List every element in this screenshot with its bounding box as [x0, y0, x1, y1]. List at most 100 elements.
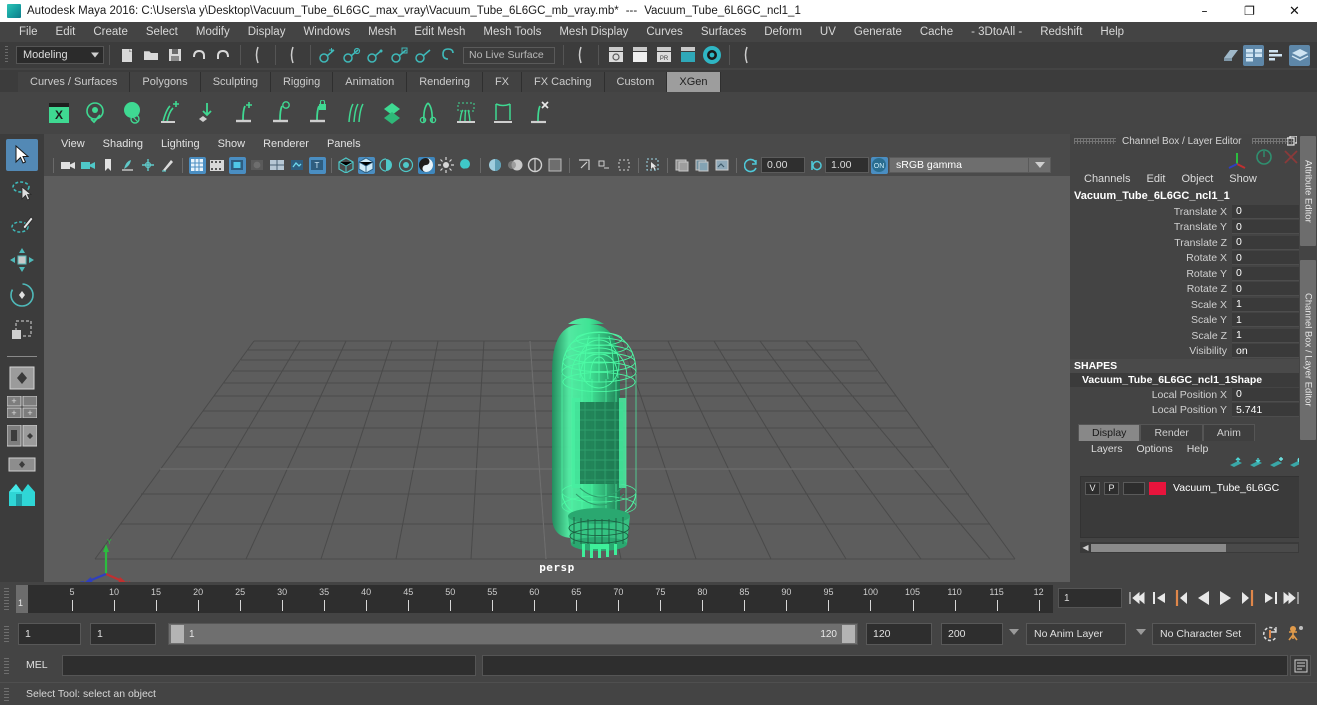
menu-windows[interactable]: Windows	[294, 22, 359, 42]
move-layer-down-icon[interactable]	[1249, 456, 1263, 474]
redo-icon[interactable]	[212, 44, 234, 66]
select-by-hierarchy-icon[interactable]	[247, 44, 269, 66]
command-input[interactable]	[62, 655, 476, 676]
channel-row[interactable]: Rotate X 0	[1070, 251, 1306, 267]
snap-point-icon[interactable]	[365, 44, 387, 66]
move-tool[interactable]	[6, 244, 38, 276]
live-surface-field[interactable]: No Live Surface	[463, 46, 555, 64]
minimize-button[interactable]: –	[1182, 0, 1227, 22]
tool-settings-icon[interactable]	[1266, 45, 1287, 66]
menuset-selector[interactable]: Modeling	[16, 46, 104, 64]
rotate-tool[interactable]	[6, 279, 38, 311]
xgen-lock-guide-icon[interactable]	[303, 98, 333, 128]
open-scene-icon[interactable]	[140, 44, 162, 66]
current-frame-field[interactable]: 1	[1058, 588, 1122, 608]
shelf-tab-fx-caching[interactable]: FX Caching	[522, 72, 605, 92]
channelbox-menu-show[interactable]: Show	[1221, 173, 1265, 185]
channel-value[interactable]: 1	[1232, 328, 1306, 343]
playback-start-time-field[interactable]: 1	[90, 623, 156, 645]
hardware-fog-icon[interactable]	[694, 157, 711, 174]
save-scene-icon[interactable]	[164, 44, 186, 66]
shelf-tab-xgen[interactable]: XGen	[667, 72, 721, 92]
time-slider-grip[interactable]	[4, 588, 9, 610]
film-origin-icon[interactable]	[269, 157, 286, 174]
layer-name[interactable]: Vacuum_Tube_6L6GC	[1170, 482, 1279, 494]
shadows-icon[interactable]	[458, 157, 475, 174]
xgen-preview-icon[interactable]	[81, 98, 111, 128]
animation-start-time-field[interactable]: 1	[18, 623, 81, 645]
lasso-select-tool[interactable]	[6, 174, 38, 206]
menu-generate[interactable]: Generate	[845, 22, 911, 42]
channel-box-icon[interactable]	[1289, 44, 1310, 66]
title-safe-icon[interactable]: T	[308, 156, 326, 174]
snap-grid-icon[interactable]	[317, 44, 339, 66]
snap-curve-icon[interactable]	[341, 44, 363, 66]
four-view-layout[interactable]: + + +	[5, 394, 39, 420]
channel-value[interactable]: 0	[1232, 282, 1306, 297]
menu-redshift[interactable]: Redshift	[1031, 22, 1091, 42]
sidebar-toggle-icon[interactable]	[1220, 45, 1241, 66]
channel-row[interactable]: Local Position X 0	[1070, 387, 1306, 403]
xgen-delete-guide-icon[interactable]	[525, 98, 555, 128]
channel-value[interactable]: 1	[1232, 313, 1306, 328]
channel-value[interactable]: 0	[1232, 235, 1306, 250]
menu-edit[interactable]: Edit	[47, 22, 85, 42]
xgen-comb-icon[interactable]	[340, 98, 370, 128]
scrollbar-track[interactable]	[1226, 543, 1298, 552]
xgen-clump-icon[interactable]	[451, 98, 481, 128]
viewport-capture-icon[interactable]	[714, 157, 731, 174]
command-line-grip[interactable]	[4, 658, 9, 674]
script-editor-icon[interactable]	[1290, 655, 1311, 676]
persp-graph-layout[interactable]	[5, 452, 39, 478]
xgen-density-icon[interactable]	[377, 98, 407, 128]
range-slider-grip[interactable]	[4, 626, 9, 644]
close-button[interactable]: ✕	[1272, 0, 1317, 22]
use-all-lights-icon[interactable]	[438, 157, 455, 174]
menu-edit-mesh[interactable]: Edit Mesh	[405, 22, 474, 42]
scroll-left-icon[interactable]: ◀	[1080, 543, 1091, 552]
viewport-3d-canvas[interactable]: Y X Z persp	[44, 176, 1070, 582]
step-back-frame-icon[interactable]	[1172, 587, 1191, 609]
time-slider[interactable]: 1 5 10 15 20 25 30 35 40 45 50 55 60 65 70 75 80 85 90 95 1…	[16, 585, 1053, 613]
channel-row[interactable]: Scale Y 1	[1070, 313, 1306, 329]
animation-end-time-field[interactable]: 200	[941, 623, 1003, 645]
layer-playback-toggle[interactable]: P	[1104, 481, 1119, 495]
channel-value[interactable]: 0	[1232, 251, 1306, 266]
menu-deform[interactable]: Deform	[755, 22, 811, 42]
xgen-noise-icon[interactable]	[488, 98, 518, 128]
layer-menu-help[interactable]: Help	[1180, 443, 1216, 455]
isolate-select-icon[interactable]	[547, 157, 564, 174]
layer-tab-render[interactable]: Render	[1140, 424, 1203, 441]
channelbox-menu-edit[interactable]: Edit	[1138, 173, 1173, 185]
animation-preferences-icon[interactable]	[1285, 623, 1307, 645]
go-to-end-icon[interactable]	[1282, 587, 1301, 609]
xgen-add-hair-icon[interactable]	[155, 98, 185, 128]
step-forward-keyframe-icon[interactable]	[1260, 587, 1279, 609]
play-backwards-icon[interactable]	[1194, 587, 1213, 609]
help-line-grip[interactable]	[4, 688, 9, 702]
range-slider-right-handle[interactable]	[842, 625, 855, 643]
menu-mesh[interactable]: Mesh	[359, 22, 405, 42]
shelf-tab-animation[interactable]: Animation	[333, 72, 408, 92]
render-current-frame-icon[interactable]	[605, 44, 627, 66]
channelbox-menu-object[interactable]: Object	[1173, 173, 1221, 185]
textured-icon[interactable]	[417, 156, 435, 174]
shade-with-wireframe-icon[interactable]	[378, 157, 395, 174]
channel-row[interactable]: Translate Y 0	[1070, 220, 1306, 236]
grid-toggle-icon[interactable]	[188, 156, 206, 174]
channel-row[interactable]: Rotate Y 0	[1070, 266, 1306, 282]
viewport-menu-shading[interactable]: Shading	[94, 138, 152, 150]
command-language-label[interactable]: MEL	[26, 659, 48, 671]
new-scene-icon[interactable]	[116, 44, 138, 66]
resolution-gate-icon[interactable]	[228, 156, 246, 174]
select-by-object-icon[interactable]	[282, 44, 304, 66]
xray-joints-icon[interactable]	[596, 157, 613, 174]
menu-mesh-tools[interactable]: Mesh Tools	[474, 22, 550, 42]
auto-keyframe-icon[interactable]	[1259, 623, 1281, 645]
channel-value[interactable]: 0	[1232, 204, 1306, 219]
snap-live-icon[interactable]	[413, 44, 435, 66]
xgen-sphere-icon[interactable]	[118, 98, 148, 128]
ipr-render-icon[interactable]	[629, 44, 651, 66]
exposure-reset-icon[interactable]	[743, 157, 760, 174]
ambient-occlusion-icon[interactable]	[487, 157, 504, 174]
